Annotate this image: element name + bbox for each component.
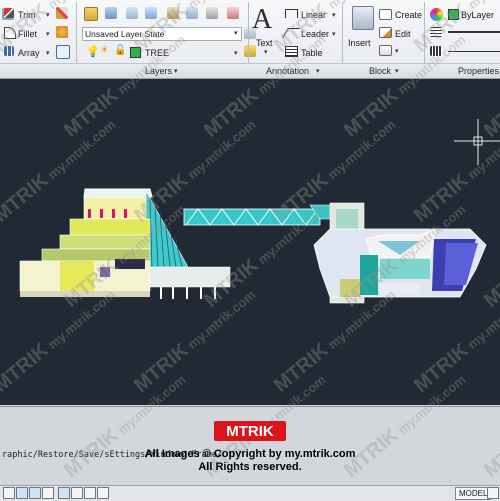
layer-properties-icon[interactable] [84,7,98,21]
sun-icon[interactable]: ☀ [100,45,109,56]
match-properties-icon[interactable] [430,8,443,21]
left-building [19,188,231,299]
lineweight-dropdown[interactable] [448,31,500,33]
ortho-toggle-icon[interactable] [29,487,41,499]
layer-match-icon[interactable] [206,7,218,19]
otrack-toggle-icon[interactable] [71,487,83,499]
offset-icon[interactable] [56,45,70,59]
edit-button[interactable]: Edit [395,29,411,39]
svg-text:MTRIK: MTRIK [226,423,274,440]
text-button[interactable]: Text [256,38,273,48]
layers-panel-chevron-down-icon[interactable]: ▾ [174,67,178,75]
layer-state-value: Unsaved Layer State [85,29,165,39]
trim-button[interactable]: Trim [18,10,36,20]
block-panel-label[interactable]: Block [369,66,391,76]
osnap-toggle-icon[interactable] [58,487,70,499]
bulb-icon[interactable]: 💡 [86,45,100,58]
layer-color-swatch [130,47,141,58]
linear-chevron-down-icon[interactable]: ▾ [332,11,336,19]
layer-state-dropdown[interactable]: Unsaved Layer State [82,27,242,41]
command-line-panel[interactable] [0,406,500,485]
fillet-button[interactable]: Fillet [18,29,37,39]
array-dropdown-icon[interactable]: ▾ [46,49,50,57]
explode-icon[interactable] [56,26,68,38]
layer-lock-icon[interactable] [186,7,198,19]
sky-bridge [183,204,341,226]
polar-toggle-icon[interactable] [42,487,54,499]
layer-walk-icon[interactable] [227,7,239,19]
table-button[interactable]: Table [301,48,323,58]
layer-state-chevron-down-icon[interactable]: ▾ [234,29,238,37]
annotation-panel-label[interactable]: Annotation [266,66,309,76]
layer-isolate-icon[interactable] [126,7,138,19]
current-layer-name[interactable]: TREE [145,48,169,58]
insert-button[interactable]: Insert [348,38,371,48]
fillet-icon[interactable] [4,27,16,39]
copyright-line-1: All Images © Copyright by my.mtrik.com [144,448,356,460]
edit-block-icon[interactable] [379,27,392,38]
color-swatch [448,9,459,20]
annotation-panel-chevron-down-icon[interactable]: ▾ [316,67,320,75]
trim-icon[interactable] [4,8,14,18]
dyn-toggle-icon[interactable] [97,487,109,499]
insert-block-icon[interactable] [352,6,374,30]
ribbon-panel-label-bar [0,63,500,78]
linear-dimension-icon[interactable] [285,9,298,18]
leader-chevron-down-icon[interactable]: ▾ [332,30,336,38]
crosshair-cursor [454,119,500,165]
color-dropdown[interactable]: ByLayer [461,10,494,20]
layer-freeze-icon[interactable] [145,7,157,19]
linetype-icon[interactable] [430,46,442,56]
mtrik-logo: MTRIK [214,421,286,441]
linear-button[interactable]: Linear [301,10,326,20]
model-tab-button[interactable]: MODEL [455,487,492,500]
edit-attributes-icon[interactable] [379,45,392,56]
array-icon[interactable] [4,46,14,56]
leader-button[interactable]: Leader [301,29,329,39]
text-chevron-down-icon[interactable]: ▾ [264,48,268,56]
current-layer-chevron-down-icon[interactable]: ▾ [234,49,238,57]
list-icon[interactable] [430,27,442,37]
lock-icon[interactable]: 🔓 [114,45,126,56]
attributes-chevron-down-icon[interactable]: ▾ [395,47,399,55]
cad-drawing [19,119,500,304]
leader-icon[interactable] [282,28,300,38]
snap-toggle-icon[interactable] [3,487,15,499]
table-icon[interactable] [285,46,298,57]
create-button[interactable]: Create [395,10,422,20]
block-panel-chevron-down-icon[interactable]: ▾ [395,67,399,75]
copyright-line-2: All Rights reserved. [198,461,302,473]
ducs-toggle-icon[interactable] [84,487,96,499]
layout-grid-icon[interactable] [487,487,499,499]
linetype-dropdown[interactable] [448,51,500,52]
make-current-icon[interactable] [244,45,256,57]
layers-panel-label[interactable]: Layers [145,66,172,76]
layer-off-icon[interactable] [167,7,179,19]
properties-panel-label[interactable]: Properties [458,66,499,76]
ribbon: Trim ▾ Fillet ▾ Array ▾ Unsaved Layer St… [0,0,500,79]
erase-icon[interactable] [56,7,68,19]
create-block-icon[interactable] [379,9,392,20]
trim-dropdown-icon[interactable]: ▾ [46,11,50,19]
layer-state-icon[interactable] [105,7,117,19]
array-button[interactable]: Array [18,48,40,58]
drawing-canvas[interactable] [0,79,500,405]
fillet-dropdown-icon[interactable]: ▾ [46,30,50,38]
right-building [313,202,487,304]
grid-toggle-icon[interactable] [16,487,28,499]
text-tool-icon[interactable]: A [252,4,272,36]
